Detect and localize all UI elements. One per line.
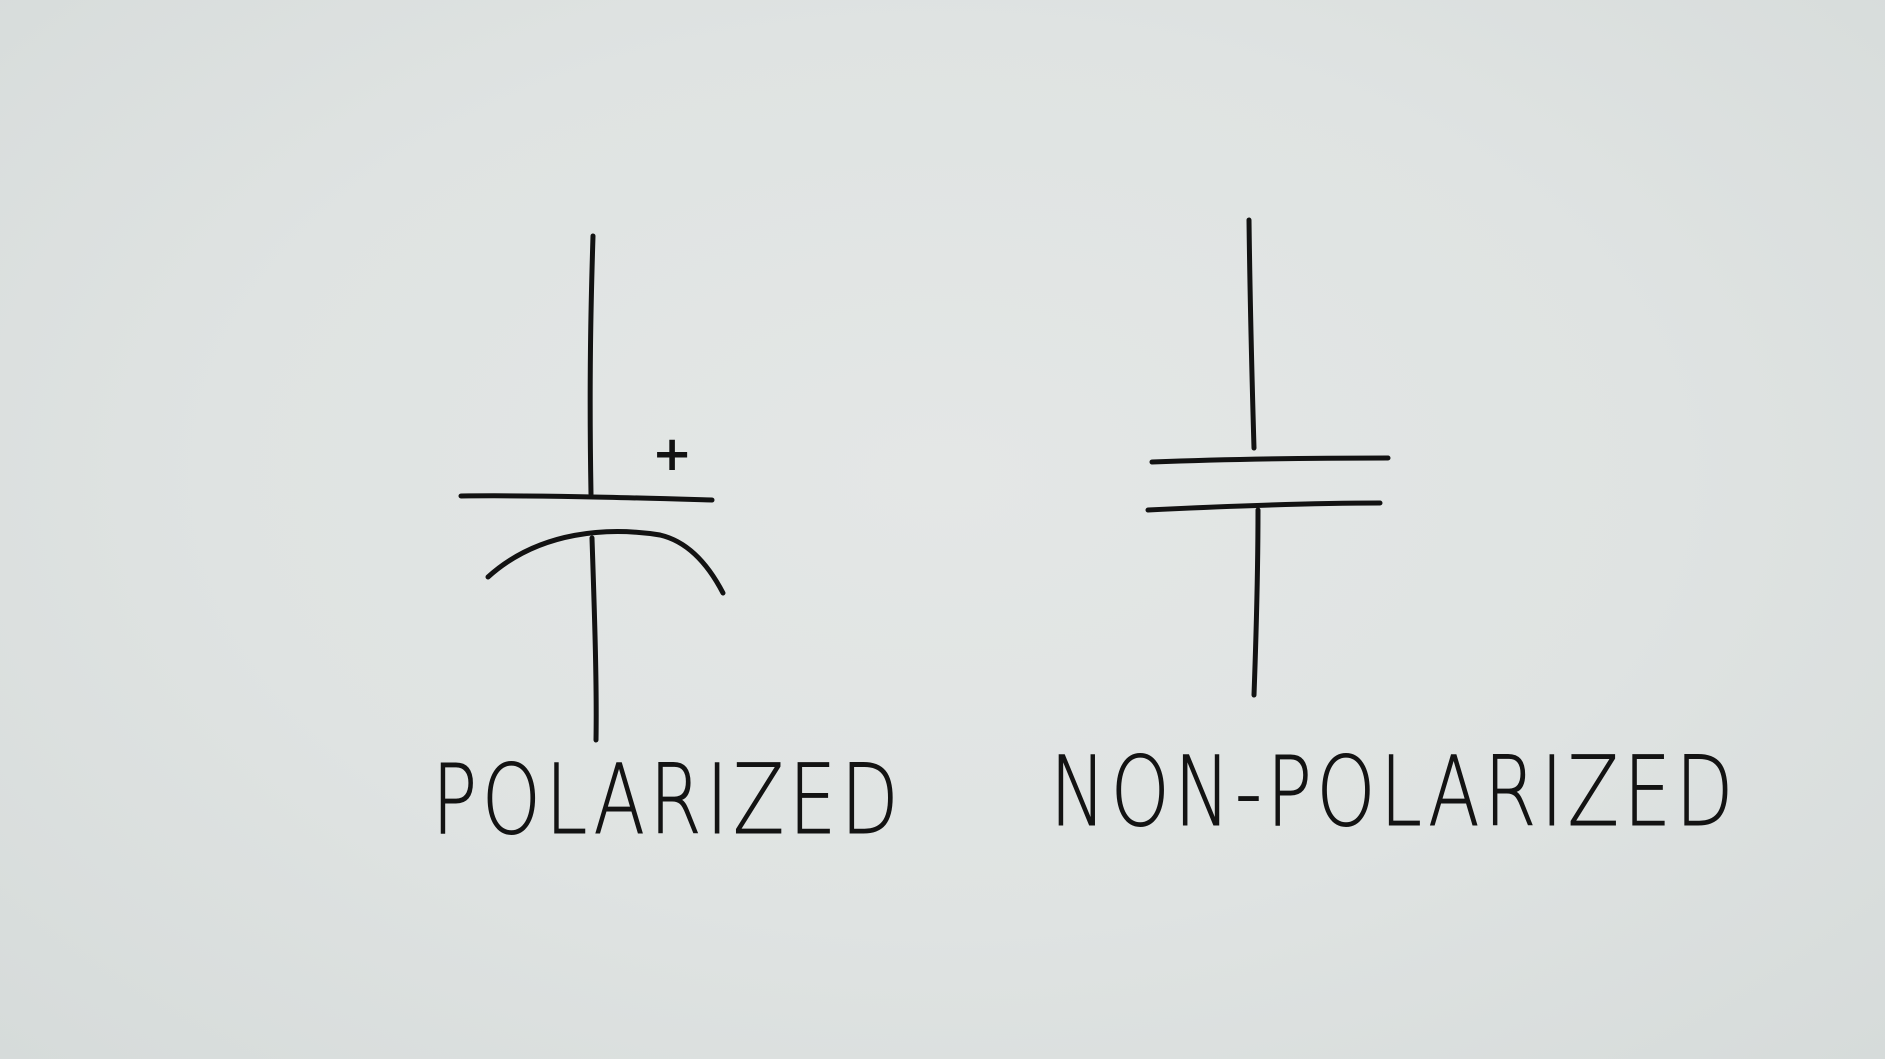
positive-polarity-mark: + <box>652 426 693 482</box>
non-polarized-label: NON-POLARIZED <box>1050 736 1738 848</box>
polarized-straight-plate <box>458 493 715 503</box>
non-polarized-capacitor-symbol <box>1145 217 1391 698</box>
non-polarized-bottom-lead <box>1251 507 1261 698</box>
non-polarized-top-lead <box>1246 217 1257 451</box>
non-polarized-top-plate <box>1149 455 1391 465</box>
polarized-capacitor-symbol <box>458 233 726 743</box>
polarized-bottom-lead <box>589 535 599 743</box>
non-polarized-bottom-plate <box>1145 500 1383 513</box>
whiteboard: + POLARIZED NON-POLARIZED <box>0 0 1885 1059</box>
capacitor-symbols-drawing <box>458 217 1391 743</box>
polarized-top-lead <box>587 233 596 497</box>
polarized-label: POLARIZED <box>432 744 904 856</box>
polarized-curved-plate <box>485 529 726 596</box>
